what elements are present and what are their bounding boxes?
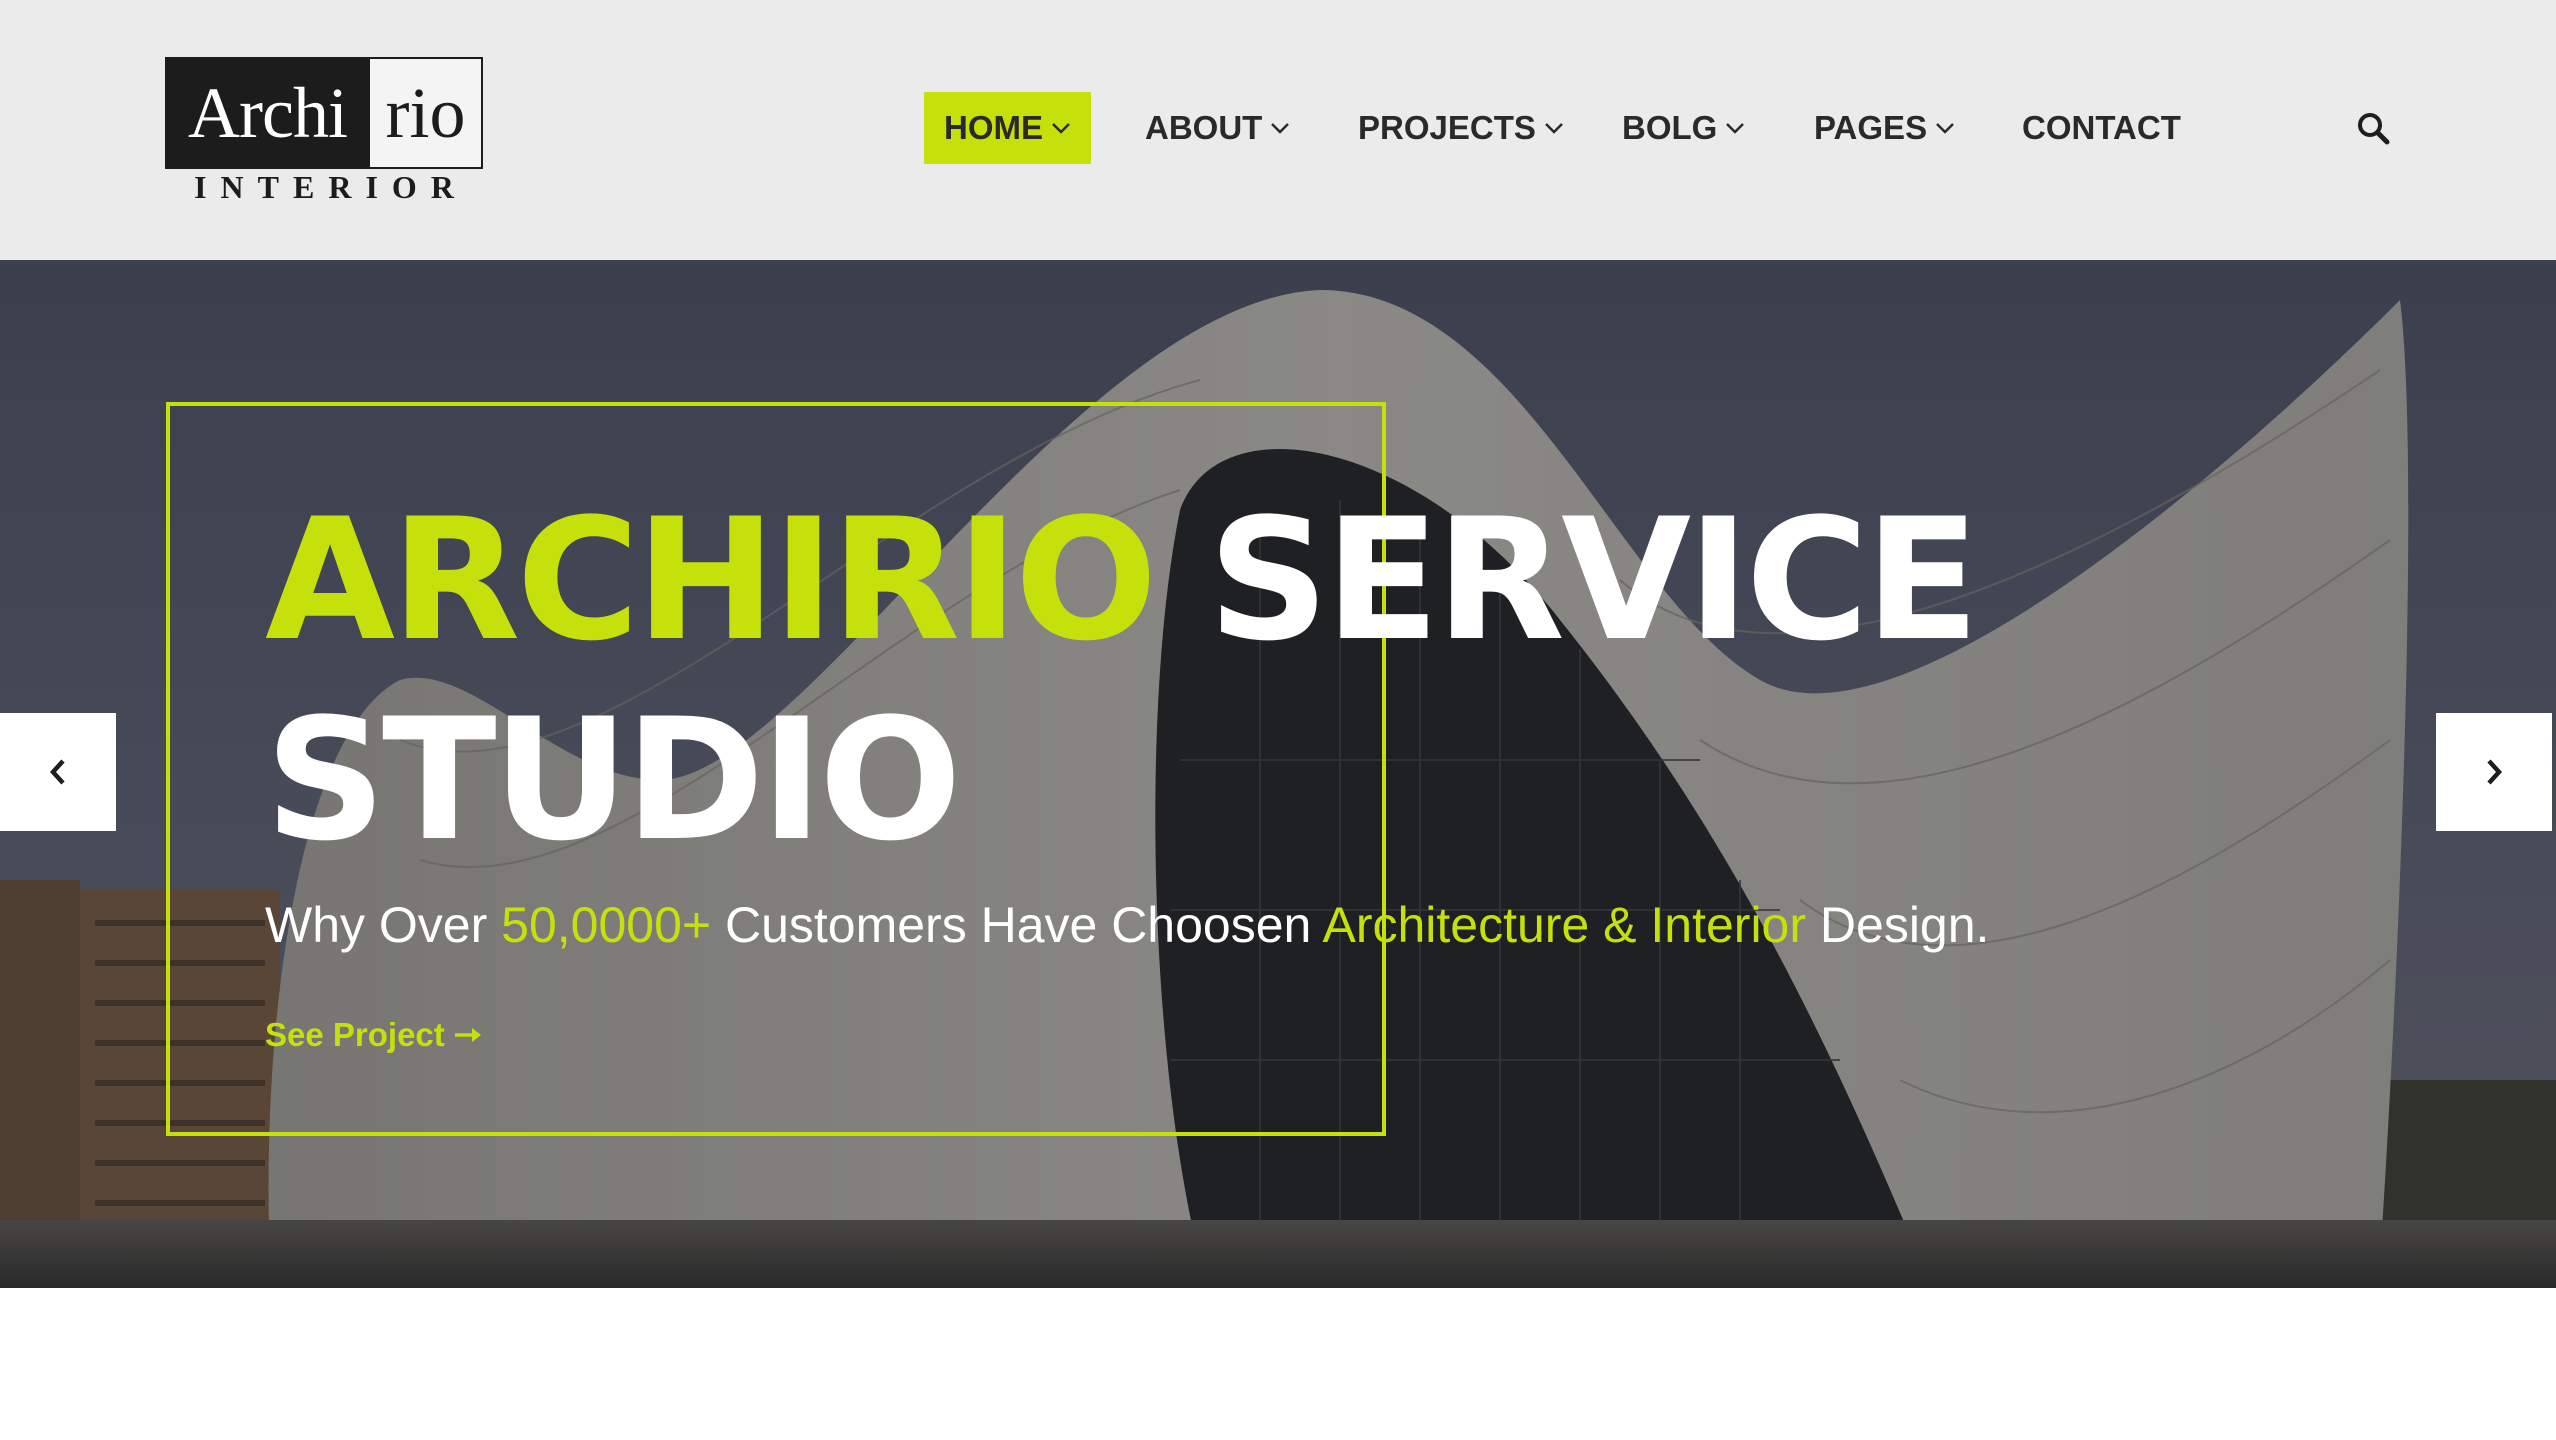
nav-item-blog[interactable]: BOLG (1622, 92, 1745, 164)
chevron-down-icon (1052, 123, 1070, 134)
nav-item-home[interactable]: HOME (924, 92, 1091, 164)
arrow-right-icon (454, 1028, 481, 1042)
chevron-right-icon (2487, 759, 2503, 785)
slider-next-button[interactable] (2436, 713, 2552, 831)
nav-item-projects[interactable]: PROJECTS (1358, 92, 1564, 164)
see-project-label: See Project (265, 1016, 445, 1053)
site-header: Archi rio INTERIOR HOME ABOUT PROJECTS B… (0, 0, 2556, 260)
hero-title-rest: SERVICE (1153, 482, 1980, 678)
chevron-down-icon (1936, 123, 1954, 134)
nav-item-about[interactable]: ABOUT (1145, 92, 1290, 164)
main-nav: HOME ABOUT PROJECTS BOLG PAGES CONTACT (0, 92, 2556, 164)
hero-title: ARCHIRIO SERVICE STUDIO (265, 480, 2165, 880)
logo-subtitle: INTERIOR (194, 169, 468, 205)
chevron-left-icon (49, 759, 65, 785)
hero-subtitle: Why Over 50,0000+ Customers Have Choosen… (265, 896, 2265, 954)
subtitle-highlight-count: 50,0000+ (501, 897, 712, 953)
hero-slider: ARCHIRIO SERVICE STUDIO Why Over 50,0000… (0, 260, 2556, 1288)
subtitle-highlight-service: Architecture & Interior (1322, 897, 1807, 953)
subtitle-text: Why Over (265, 897, 502, 953)
chevron-down-icon (1271, 123, 1290, 134)
nav-item-label: ABOUT (1145, 109, 1263, 146)
see-project-link[interactable]: See Project (265, 1016, 485, 1054)
chevron-down-icon (1726, 123, 1745, 134)
nav-item-label: HOME (944, 109, 1043, 146)
subtitle-text: Design. (1806, 897, 1990, 953)
chevron-down-icon (1544, 123, 1563, 134)
nav-item-label: PROJECTS (1358, 109, 1536, 146)
search-icon[interactable] (2355, 110, 2391, 146)
hero-title-highlight: ARCHIRIO (265, 482, 1157, 678)
nav-item-contact[interactable]: CONTACT (2022, 92, 2181, 164)
nav-item-label: CONTACT (2022, 109, 2181, 146)
nav-item-pages[interactable]: PAGES (1814, 92, 1955, 164)
nav-item-label: PAGES (1814, 109, 1928, 146)
slider-prev-button[interactable] (0, 713, 116, 831)
nav-item-label: BOLG (1622, 109, 1718, 146)
subtitle-text: Customers Have Choosen (711, 897, 1323, 953)
hero-title-line2: STUDIO (265, 682, 962, 878)
